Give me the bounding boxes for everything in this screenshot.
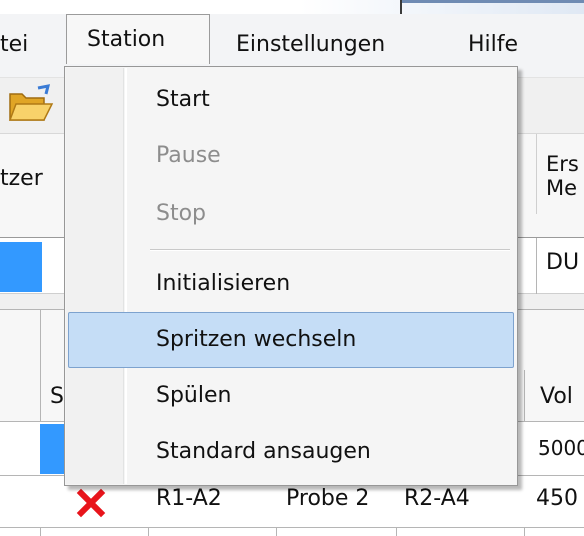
menu-item-stop[interactable]: Stop	[156, 194, 206, 234]
menu-file[interactable]: tei	[0, 28, 28, 62]
menu-item-flush[interactable]: Spülen	[156, 376, 231, 416]
upper-grid-col3-label-1: Ers	[546, 152, 579, 176]
lower-grid-vol-cell: 5000	[538, 436, 584, 460]
lower-grid-cell: R2-A4	[404, 486, 470, 511]
open-folder-icon[interactable]	[8, 84, 54, 124]
dropdown-icon-column	[66, 68, 124, 484]
lower-grid-vol-cell: 450	[536, 486, 578, 511]
titlebar-accent	[402, 0, 584, 3]
menu-item-start[interactable]: Start	[156, 80, 210, 120]
menu-item-change-syringes[interactable]: Spritzen wechseln	[156, 320, 356, 360]
menu-item-initialize[interactable]: Initialisieren	[156, 264, 290, 304]
menu-settings[interactable]: Einstellungen	[236, 28, 385, 62]
upper-grid-selected-cell[interactable]	[0, 242, 42, 292]
menu-station[interactable]: Station	[66, 14, 210, 64]
upper-grid-user-header: tzer	[0, 166, 43, 191]
menu-item-standard-aspirate[interactable]: Standard ansaugen	[156, 432, 371, 472]
lower-grid-header-vol: Vol	[540, 384, 573, 409]
lower-grid-header-s: S	[50, 384, 64, 409]
window-top-strip	[0, 0, 584, 14]
x-icon	[76, 488, 106, 518]
menu-station-label: Station	[87, 27, 166, 52]
dropdown-separator-highlight	[150, 250, 510, 251]
upper-grid-cell-text: DU	[546, 250, 580, 275]
dropdown-icon-column-edge	[125, 68, 127, 484]
lower-grid-cell: Probe 2	[286, 486, 370, 511]
menu-help[interactable]: Hilfe	[468, 28, 518, 62]
upper-grid-col3-label-2: Me	[546, 176, 578, 200]
lower-grid-cell: R1-A2	[156, 486, 222, 511]
menu-item-pause[interactable]: Pause	[156, 136, 221, 176]
station-dropdown-menu	[64, 66, 518, 486]
